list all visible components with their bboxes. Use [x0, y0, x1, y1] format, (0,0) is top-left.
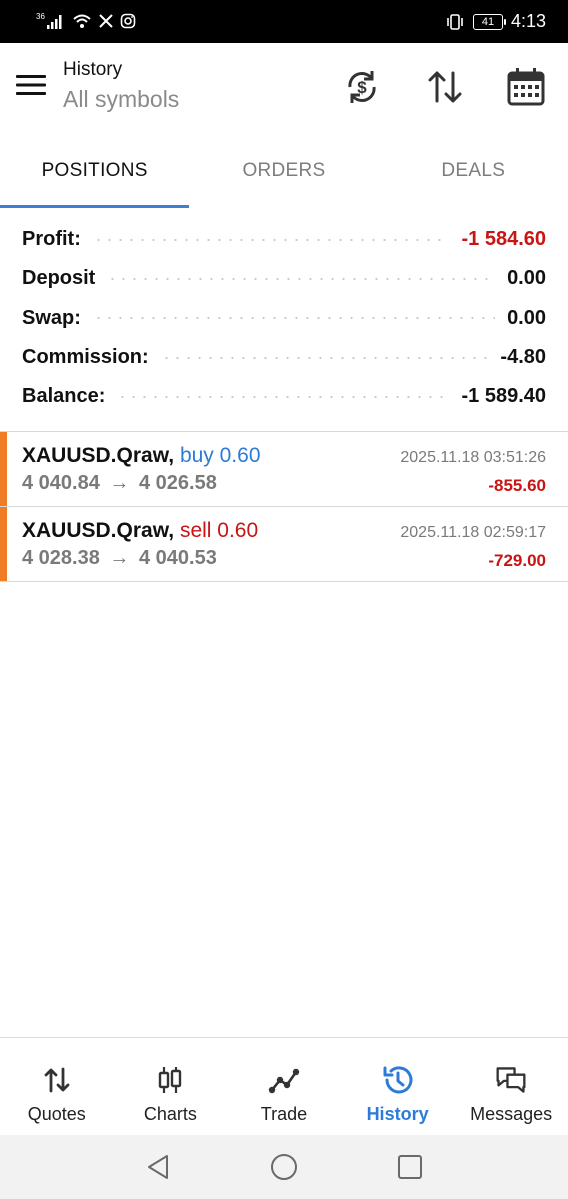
- menu-button[interactable]: [16, 73, 46, 97]
- summary-row-swap: Swap: 0.00: [0, 299, 568, 338]
- candlestick-icon: [159, 1067, 182, 1093]
- home-circle-icon: [271, 1154, 297, 1180]
- status-left-icons: 36: [36, 11, 136, 31]
- history-tabs: POSITIONS ORDERS DEALS: [0, 133, 568, 208]
- summary-value: -1 589.40: [461, 385, 546, 408]
- open-price: 4 040.84: [22, 472, 100, 494]
- leader-dots: [107, 277, 496, 280]
- x-app-icon: [99, 14, 113, 28]
- calendar-button[interactable]: [506, 67, 546, 107]
- position-header: XAUUSD.Qraw, buy 0.60: [22, 444, 261, 468]
- position-prices: 4 028.38 → 4 040.53: [22, 547, 217, 570]
- close-price: 4 040.53: [138, 547, 217, 569]
- leader-dots: [92, 238, 450, 241]
- position-time: 2025.11.18 02:59:17: [400, 524, 546, 541]
- messages-bubble-icon: [496, 1067, 526, 1093]
- tab-deals[interactable]: DEALS: [379, 133, 568, 208]
- position-type: sell 0.60: [179, 519, 259, 542]
- summary-value: -4.80: [500, 346, 546, 369]
- position-profit: -729.00: [488, 551, 546, 570]
- position-row[interactable]: XAUUSD.Qraw, sell 0.60 4 028.38 → 4 040.…: [0, 507, 568, 582]
- recents-square-icon: [398, 1155, 422, 1179]
- nav-label: Messages: [470, 1104, 553, 1124]
- tab-orders[interactable]: ORDERS: [189, 133, 378, 208]
- nav-messages[interactable]: Messages: [454, 1038, 568, 1135]
- positions-list: XAUUSD.Qraw, buy 0.60 4 040.84 → 4 026.5…: [0, 432, 568, 582]
- summary-label: Deposit: [22, 267, 96, 290]
- summary-label: Commission:: [22, 346, 149, 369]
- symbol-filter: All symbols: [63, 86, 180, 112]
- back-button[interactable]: [143, 1151, 175, 1183]
- network-type: 36: [36, 12, 45, 21]
- summary-row-commission: Commission: -4.80: [0, 338, 568, 377]
- leader-dots: [160, 356, 489, 359]
- trade-line-icon: [268, 1068, 300, 1094]
- summary-value: 0.00: [507, 267, 546, 290]
- vibrate-icon: [447, 13, 463, 30]
- system-navigation: [0, 1135, 568, 1199]
- calendar-icon: [507, 68, 545, 106]
- summary-label: Swap:: [22, 306, 81, 329]
- position-symbol: XAUUSD.Qraw,: [22, 519, 175, 542]
- battery-icon: 41: [472, 13, 506, 30]
- position-prices: 4 040.84 → 4 026.58: [22, 472, 217, 495]
- nav-label: Trade: [260, 1104, 308, 1124]
- history-clock-icon: [383, 1066, 413, 1094]
- status-right: 41 4:13: [445, 11, 546, 32]
- nav-label: Charts: [143, 1104, 197, 1124]
- leader-dots: [117, 395, 450, 398]
- leader-dots: [92, 317, 496, 320]
- sync-currency-icon: $: [348, 71, 376, 103]
- svg-text:$: $: [357, 78, 367, 97]
- sort-icon: [428, 71, 462, 103]
- summary-panel: Profit: -1 584.60 Deposit 0.00 Swap: 0.0…: [0, 220, 568, 416]
- position-row[interactable]: XAUUSD.Qraw, buy 0.60 4 040.84 → 4 026.5…: [0, 432, 568, 507]
- summary-value: -1 584.60: [461, 228, 546, 251]
- position-type: buy 0.60: [179, 444, 261, 467]
- instagram-icon: [120, 13, 136, 29]
- nav-charts[interactable]: Charts: [114, 1038, 228, 1135]
- home-button[interactable]: [268, 1151, 300, 1183]
- summary-label: Profit:: [22, 228, 81, 251]
- nav-quotes[interactable]: Quotes: [0, 1038, 114, 1135]
- page-title: History: [63, 59, 123, 80]
- currency-sync-button[interactable]: $: [342, 67, 382, 107]
- position-time: 2025.11.18 03:51:26: [400, 449, 546, 466]
- position-profit: -855.60: [488, 476, 546, 495]
- signal-icon: 36: [36, 12, 62, 29]
- position-header: XAUUSD.Qraw, sell 0.60: [22, 519, 258, 543]
- nav-label: Quotes: [27, 1104, 86, 1124]
- open-price: 4 028.38: [22, 547, 100, 569]
- tab-positions[interactable]: POSITIONS: [0, 133, 190, 208]
- bottom-navigation: Quotes Charts Trade History Messages: [0, 1037, 568, 1135]
- status-bar: 36 41 4:13: [0, 0, 568, 43]
- title-block[interactable]: History All symbols: [63, 58, 179, 114]
- wifi-icon: [73, 14, 91, 28]
- quotes-arrows-icon: [44, 1067, 70, 1093]
- clock: 4:13: [510, 11, 546, 31]
- close-price: 4 026.58: [138, 472, 217, 494]
- app-bar: History All symbols $: [0, 43, 568, 133]
- summary-row-profit: Profit: -1 584.60: [0, 220, 568, 259]
- summary-value: 0.00: [507, 306, 546, 329]
- position-symbol: XAUUSD.Qraw,: [22, 444, 175, 467]
- nav-trade[interactable]: Trade: [227, 1038, 341, 1135]
- arrow-right-icon: →: [109, 472, 130, 494]
- nav-label: History: [366, 1104, 429, 1124]
- menu-icon: [16, 75, 46, 95]
- arrow-right-icon: →: [109, 547, 130, 569]
- back-triangle-icon: [148, 1155, 168, 1179]
- sort-button[interactable]: [425, 67, 465, 107]
- nav-history[interactable]: History: [341, 1038, 455, 1135]
- summary-row-deposit: Deposit 0.00: [0, 259, 568, 298]
- recents-button[interactable]: [394, 1151, 426, 1183]
- summary-row-balance: Balance: -1 589.40: [0, 377, 568, 416]
- position-marker: [0, 507, 7, 581]
- summary-label: Balance:: [22, 385, 106, 408]
- position-marker: [0, 432, 7, 506]
